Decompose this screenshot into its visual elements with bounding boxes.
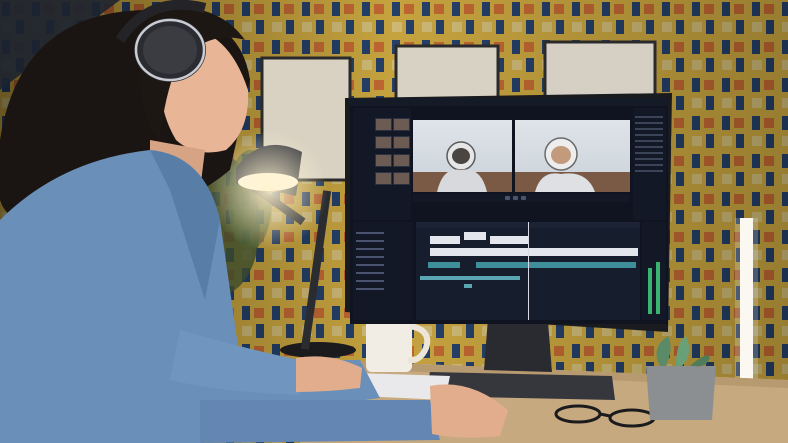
media-thumbnail[interactable] <box>393 154 410 167</box>
audio-meter-right <box>656 262 660 314</box>
audio-meters <box>642 222 666 320</box>
editor-topbar <box>350 98 668 106</box>
track-header[interactable] <box>356 232 384 234</box>
rewind-button[interactable] <box>505 196 510 200</box>
media-thumbnail[interactable] <box>393 172 410 185</box>
audio-clip[interactable] <box>464 284 472 288</box>
source-viewer[interactable] <box>413 120 512 192</box>
photo-scene <box>0 0 788 443</box>
astronaut-frame-right <box>535 137 595 192</box>
video-editor-screen <box>350 98 668 324</box>
wall-frame-3 <box>543 40 657 100</box>
track-header[interactable] <box>356 256 384 258</box>
video-clip[interactable] <box>464 232 486 240</box>
track-header[interactable] <box>356 288 384 290</box>
track-header[interactable] <box>356 240 384 242</box>
media-bin-panel <box>353 108 411 220</box>
audio-meter-left <box>648 268 652 314</box>
transport-controls <box>413 194 630 202</box>
audio-clip[interactable] <box>428 262 460 268</box>
playhead[interactable] <box>528 222 529 320</box>
program-viewer[interactable] <box>515 120 630 192</box>
astronaut-frame-left <box>437 141 487 192</box>
media-thumbnail[interactable] <box>393 118 410 131</box>
media-thumbnail[interactable] <box>375 154 392 167</box>
forward-button[interactable] <box>521 196 526 200</box>
track-header[interactable] <box>356 280 384 282</box>
media-thumbnail[interactable] <box>375 172 392 185</box>
video-clip[interactable] <box>430 248 638 256</box>
media-thumbnail[interactable] <box>375 118 392 131</box>
video-clip[interactable] <box>430 236 460 244</box>
audio-clip[interactable] <box>476 262 636 268</box>
timeline-panel[interactable] <box>416 222 640 320</box>
video-clip[interactable] <box>490 236 528 244</box>
track-headers <box>353 222 413 320</box>
track-header[interactable] <box>356 248 384 250</box>
audio-clip[interactable] <box>420 276 520 280</box>
track-header[interactable] <box>356 272 384 274</box>
play-button[interactable] <box>513 196 518 200</box>
media-thumbnail[interactable] <box>375 136 392 149</box>
track-header[interactable] <box>356 264 384 266</box>
media-thumbnail[interactable] <box>393 136 410 149</box>
wall-frame-2 <box>394 44 500 106</box>
inspector-panel <box>633 108 666 220</box>
